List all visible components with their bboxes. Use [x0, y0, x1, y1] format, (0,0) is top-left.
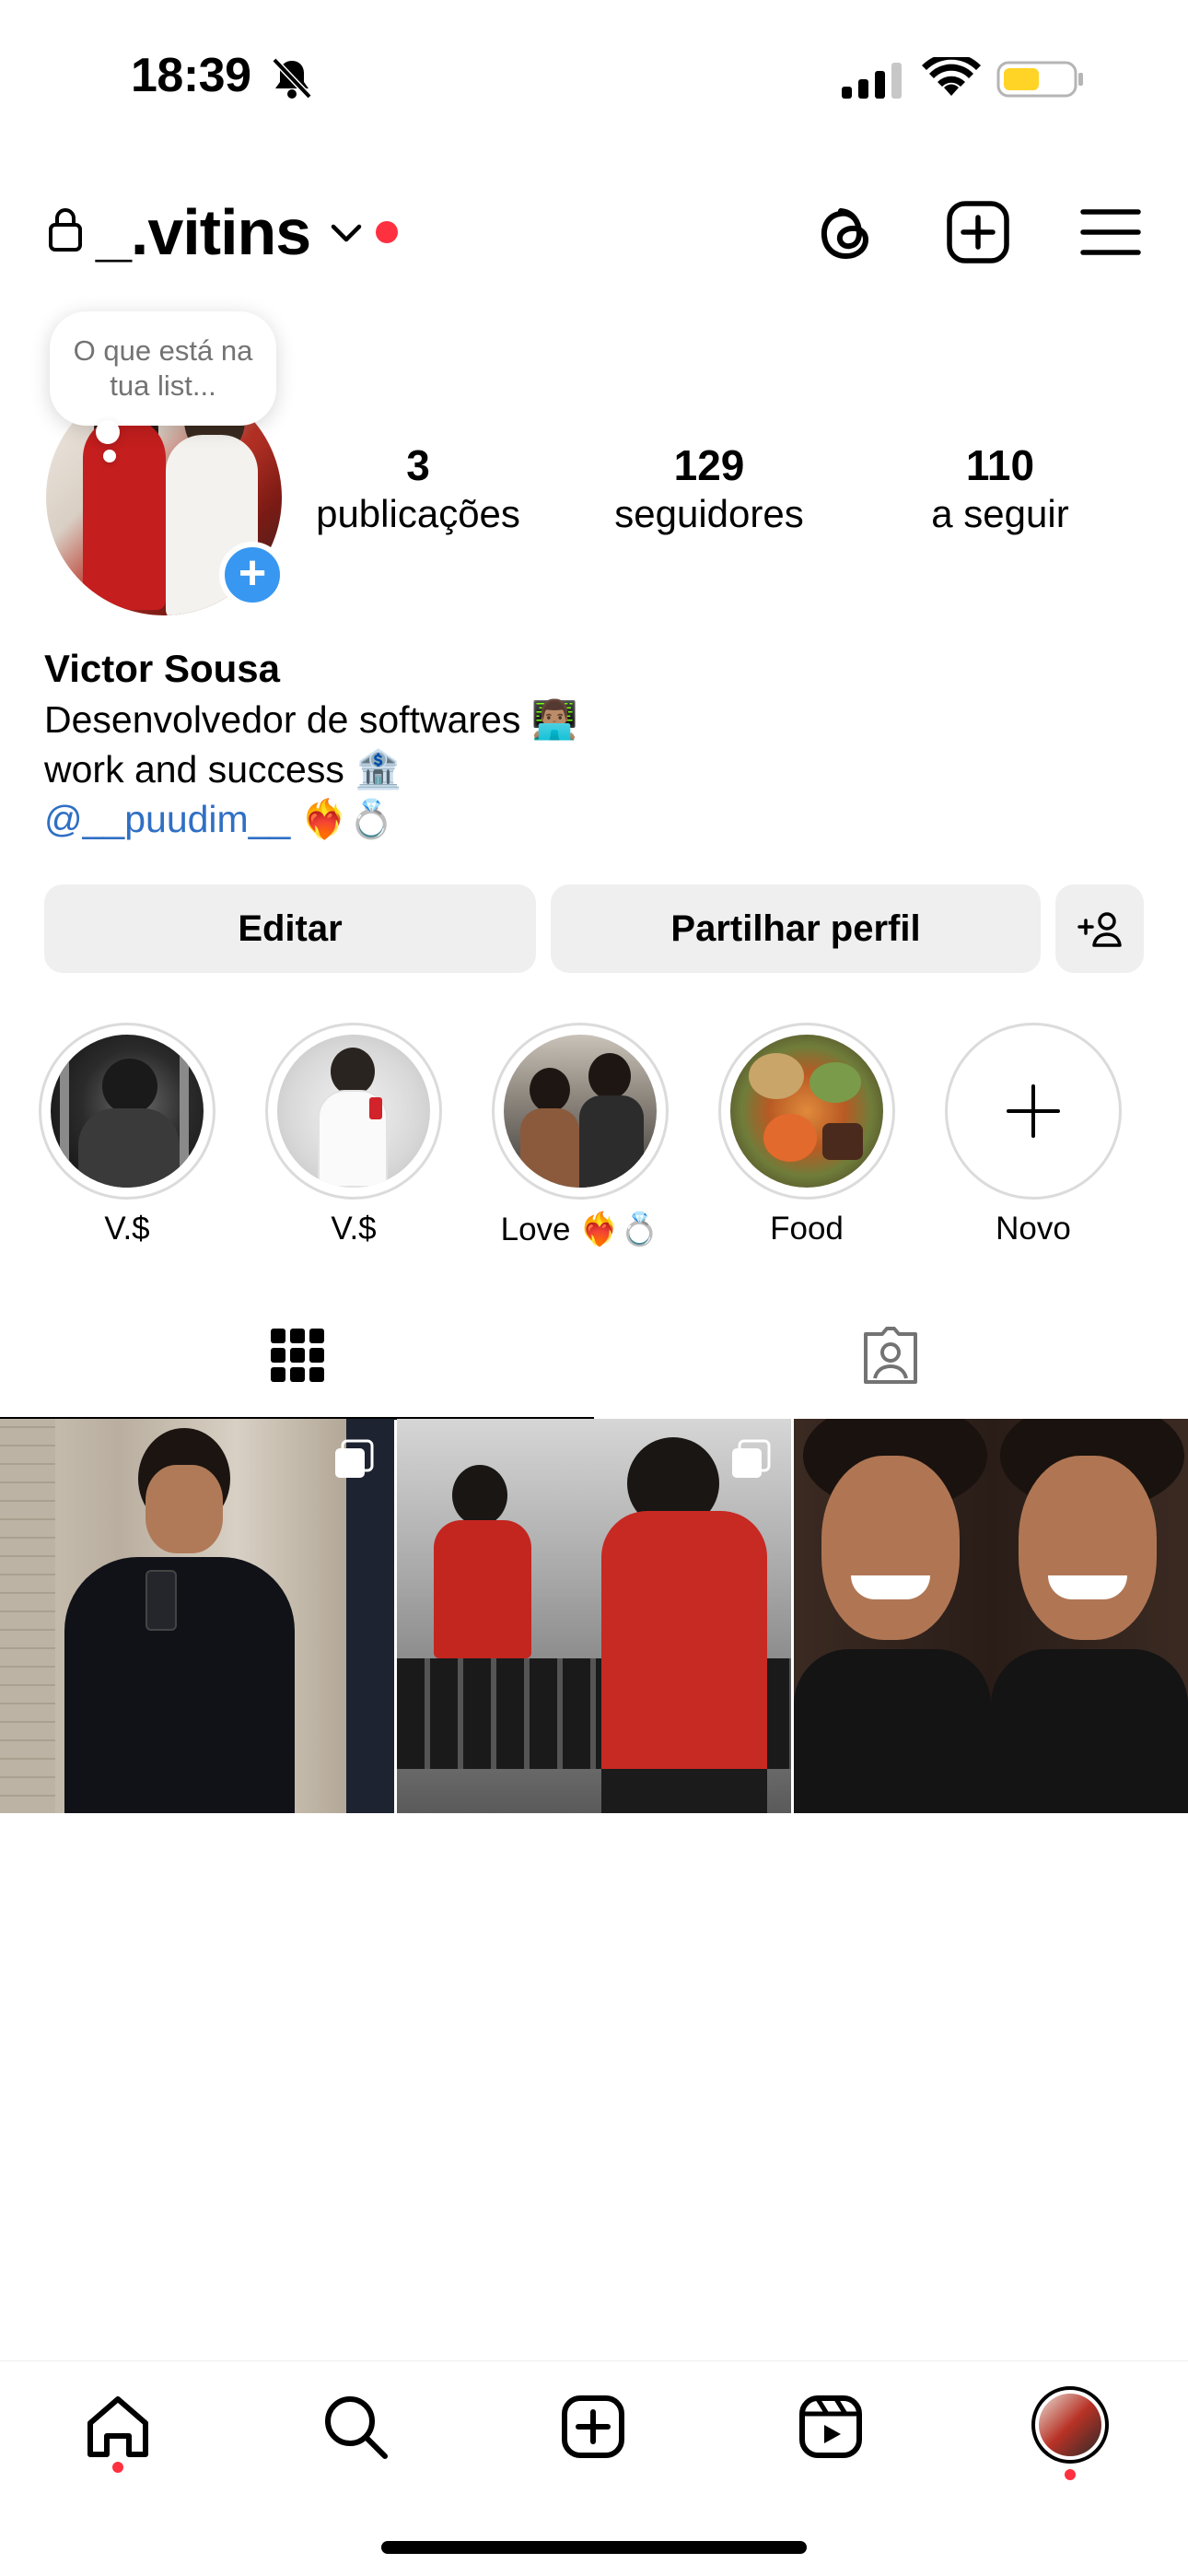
stat-posts-label: publicações [316, 492, 520, 535]
stat-following-label: a seguir [931, 492, 1069, 535]
tagged-tab-icon[interactable] [860, 1323, 921, 1388]
profile-username[interactable]: _.vitins [96, 195, 311, 269]
discover-people-button[interactable] [1055, 884, 1144, 973]
edit-profile-button[interactable]: Editar [44, 884, 536, 973]
highlight-label: Love ❤️‍🔥💍 [500, 1212, 660, 1247]
profile-tab-avatar[interactable] [1031, 2386, 1109, 2464]
posts-grid-tab-icon[interactable] [269, 1327, 326, 1384]
bottom-nav-divider [0, 2360, 1188, 2361]
battery-icon [996, 61, 1083, 98]
post-thumbnail-1[interactable] [0, 1419, 394, 1813]
post-thumbnail-3[interactable] [794, 1419, 1188, 1813]
home-indicator [381, 2541, 807, 2554]
status-time: 18:39 [131, 49, 251, 102]
highlight-vs-1[interactable] [39, 1023, 215, 1200]
highlight-love[interactable] [492, 1023, 669, 1200]
home-notification-dot [112, 2462, 123, 2473]
highlight-label: V.$ [331, 1211, 377, 1247]
bio-line-2: work and success 🏦 [44, 748, 402, 790]
share-profile-button[interactable]: Partilhar perfil [551, 884, 1041, 973]
stat-following-value: 110 [965, 441, 1035, 489]
wifi-icon [922, 57, 981, 96]
new-highlight-button[interactable] [945, 1023, 1122, 1200]
cellular-signal-icon [842, 63, 902, 99]
bio-line-1: Desenvolvedor de softwares 👨🏽‍💻 [44, 698, 578, 741]
silent-bell-icon [272, 57, 312, 100]
bio-mention-link[interactable]: @__puudim__ [44, 798, 290, 840]
add-person-icon [1077, 912, 1122, 947]
bio-mention-emoji: ❤️‍🔥💍 [290, 798, 395, 840]
note-bubble-tail-small [103, 450, 116, 463]
highlight-label: Novo [996, 1211, 1071, 1247]
reels-icon[interactable] [794, 2390, 868, 2464]
add-story-plus-icon[interactable]: + [219, 542, 285, 608]
bio-mention-row: @__puudim__ ❤️‍🔥💍 [44, 798, 395, 842]
menu-icon[interactable] [1077, 199, 1144, 265]
account-notification-dot [376, 221, 398, 243]
stat-followers-label: seguidores [614, 492, 804, 535]
multiple-posts-icon [732, 1439, 771, 1478]
highlight-vs-2[interactable] [265, 1023, 442, 1200]
stat-posts-value: 3 [406, 441, 430, 489]
highlight-label: V.$ [104, 1211, 150, 1247]
search-icon[interactable] [319, 2390, 392, 2464]
profile-notification-dot [1065, 2469, 1076, 2480]
stat-followers-value: 129 [673, 441, 745, 489]
home-icon[interactable] [81, 2390, 155, 2464]
multiple-posts-icon [335, 1439, 374, 1478]
new-post-icon[interactable] [556, 2390, 630, 2464]
highlight-food[interactable] [718, 1023, 895, 1200]
create-post-icon[interactable] [945, 199, 1011, 265]
note-bubble[interactable]: O que está na tua list... [50, 311, 276, 426]
note-bubble-tail [96, 420, 120, 444]
highlight-label: Food [770, 1211, 844, 1247]
profile-name: Victor Sousa [44, 647, 280, 690]
chevron-down-icon[interactable] [330, 221, 363, 245]
lock-icon [49, 208, 82, 252]
plus-icon [1007, 1084, 1060, 1138]
threads-icon[interactable] [812, 199, 879, 265]
post-thumbnail-2[interactable] [397, 1419, 791, 1813]
